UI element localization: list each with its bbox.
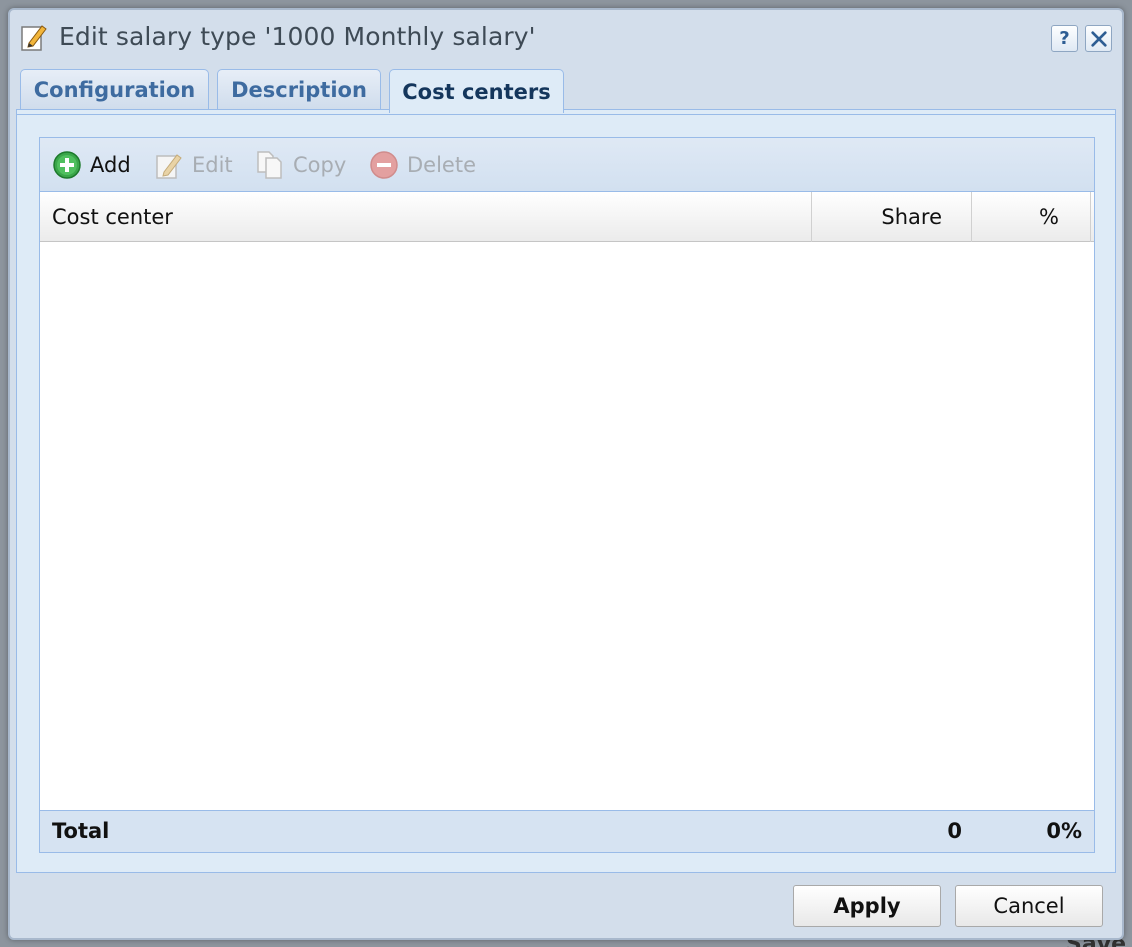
grid-toolbar: Add Edit Copy Delete bbox=[40, 138, 1094, 192]
column-header-percent[interactable]: % bbox=[971, 192, 1091, 242]
edit-label: Edit bbox=[192, 153, 233, 177]
delete-button[interactable]: Delete bbox=[369, 149, 476, 181]
copy-label: Copy bbox=[293, 153, 347, 177]
close-icon bbox=[1090, 30, 1107, 47]
grid-totals-row: Total 0 0% bbox=[40, 810, 1094, 852]
help-button[interactable]: ? bbox=[1051, 25, 1078, 52]
column-header-share[interactable]: Share bbox=[811, 192, 972, 242]
cancel-button[interactable]: Cancel bbox=[955, 885, 1103, 927]
tab-description[interactable]: Description bbox=[217, 69, 381, 110]
apply-button[interactable]: Apply bbox=[793, 885, 941, 927]
dialog-title: Edit salary type '1000 Monthly salary' bbox=[59, 22, 536, 51]
edit-icon bbox=[156, 154, 182, 179]
cost-center-grid: Add Edit Copy Delete Cost center Share %… bbox=[39, 137, 1095, 853]
grid-column-header: Cost center Share % bbox=[40, 192, 1094, 242]
edit-button[interactable]: Edit bbox=[154, 149, 233, 181]
dialog-titlebar: Edit salary type '1000 Monthly salary' ? bbox=[10, 10, 1122, 66]
tab-cost-centers[interactable]: Cost centers bbox=[389, 69, 564, 113]
grid-rows-empty bbox=[40, 242, 1094, 810]
tab-panel-cost-centers: Add Edit Copy Delete Cost center Share %… bbox=[16, 109, 1116, 873]
add-button[interactable]: Add bbox=[52, 149, 131, 181]
add-label: Add bbox=[90, 153, 131, 177]
copy-button[interactable]: Copy bbox=[255, 149, 346, 181]
tab-configuration[interactable]: Configuration bbox=[20, 69, 209, 110]
close-button[interactable] bbox=[1085, 25, 1112, 52]
delete-icon bbox=[370, 151, 398, 179]
edit-pencil-icon bbox=[21, 23, 47, 51]
copy-icon bbox=[257, 151, 282, 179]
total-percent-value: 0% bbox=[1046, 819, 1082, 843]
total-share-value: 0 bbox=[947, 819, 962, 843]
edit-salary-type-dialog: Edit salary type '1000 Monthly salary' ?… bbox=[8, 8, 1124, 940]
total-label: Total bbox=[52, 819, 110, 843]
column-header-cost-center[interactable]: Cost center bbox=[52, 192, 173, 242]
add-icon bbox=[53, 151, 81, 179]
delete-label: Delete bbox=[407, 153, 476, 177]
